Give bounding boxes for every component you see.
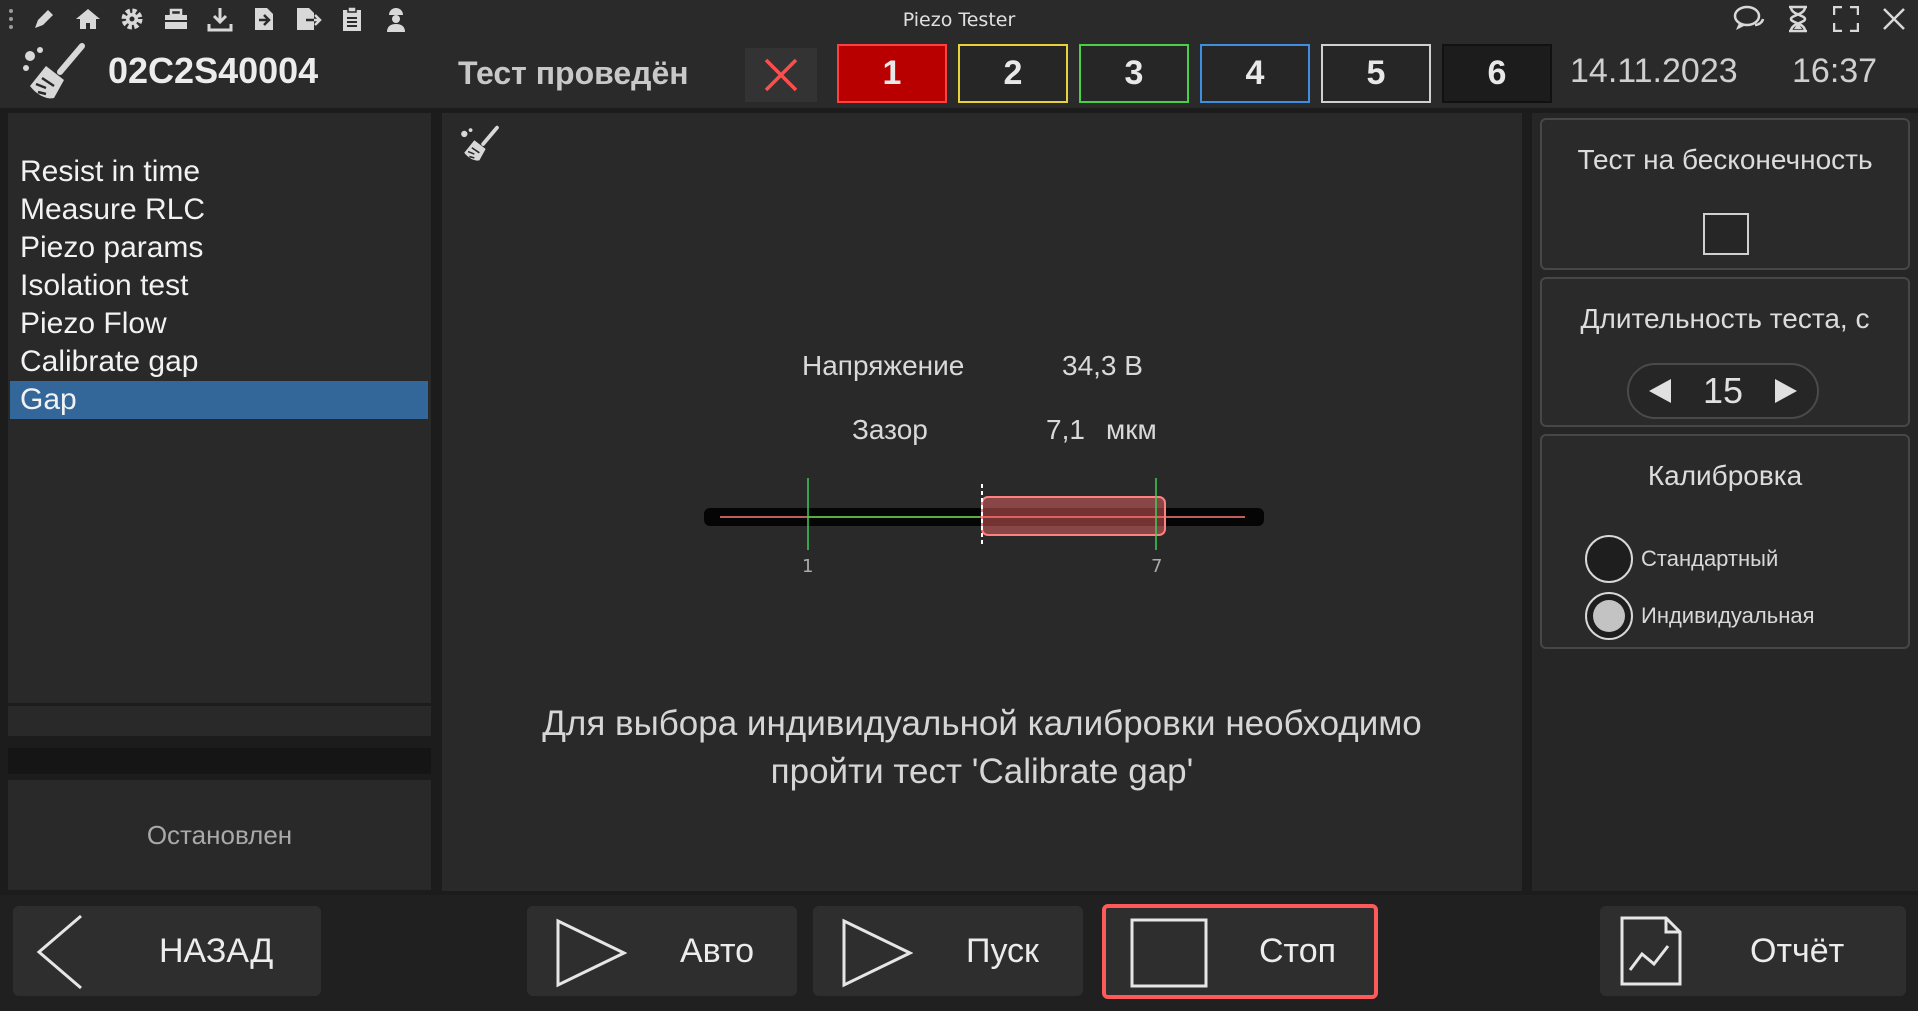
duration-value: 15 (1702, 370, 1744, 411)
gap-gauge (700, 470, 1270, 580)
back-label: НАЗАД (159, 931, 274, 970)
infinite-test-checkbox[interactable] (1703, 213, 1749, 255)
back-arrow-icon (35, 914, 85, 990)
radio-individual[interactable] (1585, 592, 1633, 640)
calibration-option-standard[interactable]: Стандартный (1585, 535, 1778, 583)
stop-label: Стоп (1259, 932, 1337, 970)
start-label: Пуск (966, 931, 1039, 970)
test-item-isolation-test[interactable]: Isolation test (10, 267, 428, 305)
clear-broom-icon[interactable] (458, 124, 502, 164)
gauge-tick-max-label: 7 (1151, 556, 1163, 577)
auto-label: Авто (680, 931, 755, 970)
hourglass-icon[interactable] (1774, 0, 1822, 38)
auto-button[interactable]: Авто (527, 906, 797, 996)
increment-icon[interactable] (1773, 377, 1799, 405)
report-chart-icon (1620, 916, 1682, 986)
stop-square-icon (1130, 918, 1208, 988)
status-fail-icon (745, 48, 817, 102)
left-panel-strip (8, 706, 431, 736)
voltage-value: 34,3 В (1062, 350, 1143, 381)
download-icon[interactable] (198, 0, 242, 38)
export-icon[interactable] (286, 0, 330, 38)
play-icon (841, 918, 913, 988)
calibration-note-line-1: Для выбора индивидуальной калибровки нео… (542, 704, 1422, 743)
duration-title: Длительность теста, с (1580, 303, 1870, 334)
broom-icon[interactable] (20, 42, 90, 102)
start-button[interactable]: Пуск (813, 906, 1083, 996)
calibration-title: Калибровка (1647, 460, 1803, 491)
voltage-label: Напряжение (802, 350, 965, 381)
drag-handle-icon[interactable] (0, 0, 22, 38)
radio-standard-label: Стандартный (1641, 546, 1779, 571)
test-item-measure-rlc[interactable]: Measure RLC (10, 191, 428, 229)
stop-button[interactable]: Стоп (1102, 904, 1378, 999)
radio-standard[interactable] (1585, 535, 1633, 583)
test-item-gap[interactable]: Gap (10, 381, 428, 419)
toolbox-icon[interactable] (154, 0, 198, 38)
test-status: Тест проведён (458, 55, 689, 91)
channel-1-button[interactable]: 1 (837, 44, 947, 103)
infinite-test-title: Тест на бесконечность (1577, 144, 1873, 175)
chat-icon[interactable] (1726, 0, 1774, 38)
gap-label: Зазор (852, 414, 928, 445)
date-display: 14.11.2023 (1570, 52, 1738, 90)
channel-2-button[interactable]: 2 (958, 44, 1068, 103)
fullscreen-icon[interactable] (1822, 0, 1870, 38)
channel-5-button[interactable]: 5 (1321, 44, 1431, 103)
progress-bar (8, 748, 431, 774)
report-label: Отчёт (1750, 931, 1845, 970)
pencil-icon[interactable] (22, 0, 66, 38)
back-button[interactable]: НАЗАД (13, 906, 321, 996)
report-button[interactable]: Отчёт (1600, 906, 1906, 996)
test-item-resist-in-time[interactable]: Resist in time (10, 153, 428, 191)
close-icon[interactable] (1870, 0, 1918, 38)
radio-selected-dot (1593, 600, 1625, 632)
duration-spinner: 15 (1627, 363, 1819, 419)
import-icon[interactable] (242, 0, 286, 38)
channel-4-button[interactable]: 4 (1200, 44, 1310, 103)
gauge-value-fill (981, 496, 1166, 536)
window-controls (1726, 0, 1918, 38)
clipboard-icon[interactable] (330, 0, 374, 38)
gap-unit: мкм (1106, 414, 1157, 445)
radio-individual-label: Индивидуальная (1641, 603, 1815, 628)
decrement-icon[interactable] (1647, 377, 1673, 405)
gap-value: 7,1 (1046, 414, 1085, 445)
calibration-option-individual[interactable]: Индивидуальная (1585, 592, 1815, 640)
toolbar (0, 0, 418, 38)
test-state: Остановлен (8, 780, 431, 890)
test-item-calibrate-gap[interactable]: Calibrate gap (10, 343, 428, 381)
test-item-piezo-flow[interactable]: Piezo Flow (10, 305, 428, 343)
gauge-tick-min-label: 1 (802, 556, 814, 577)
home-icon[interactable] (66, 0, 110, 38)
time-display: 16:37 (1792, 52, 1878, 90)
channel-6-button[interactable]: 6 (1442, 44, 1552, 103)
calibration-note: Для выбора индивидуальной калибровки нео… (442, 700, 1522, 796)
worker-icon[interactable] (374, 0, 418, 38)
gear-icon[interactable] (110, 0, 154, 38)
device-serial: 02C2S40004 (108, 50, 319, 91)
play-icon (555, 918, 627, 988)
test-list: Resist in time Measure RLC Piezo params … (10, 153, 428, 419)
calibration-note-line-2: пройти тест 'Calibrate gap' (770, 752, 1194, 791)
test-item-piezo-params[interactable]: Piezo params (10, 229, 428, 267)
channel-3-button[interactable]: 3 (1079, 44, 1189, 103)
